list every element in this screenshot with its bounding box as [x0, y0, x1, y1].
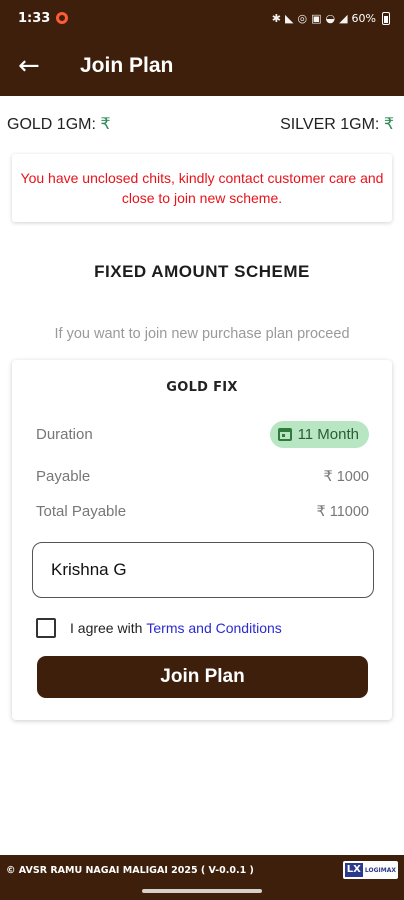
app-bar: ← Join Plan [0, 36, 404, 96]
name-field[interactable] [32, 542, 374, 598]
payable-row: Payable ₹ 1000 [36, 468, 369, 485]
agree-text: I agree with [70, 620, 143, 636]
logo-text: LOGIMAX [364, 866, 396, 874]
duration-label: Duration [36, 426, 93, 443]
total-payable-value: ₹ 11000 [316, 503, 370, 520]
footer: © AVSR RAMU NAGAI MALIGAI 2025 ( V-0.0.1… [0, 855, 404, 885]
duration-value: 11 Month [297, 426, 359, 443]
plan-card: GOLD FIX Duration 11 Month Payable ₹ 100… [12, 360, 392, 720]
terms-link[interactable]: Terms and Conditions [146, 620, 281, 636]
screen-record-icon [56, 12, 69, 24]
metal-rates: GOLD 1GM: ₹ SILVER 1GM: ₹ [7, 114, 394, 134]
page-title: Join Plan [80, 54, 174, 77]
gesture-nav-bar [0, 885, 404, 900]
gold-rate: GOLD 1GM: ₹ [7, 114, 111, 134]
footer-copyright: © AVSR RAMU NAGAI MALIGAI 2025 ( V-0.0.1… [6, 864, 254, 876]
status-time: 1:33 [18, 10, 51, 26]
logimax-logo: LX LOGIMAX [342, 861, 398, 879]
payable-label: Payable [36, 468, 91, 485]
status-bar: 1:33 ✱ ◣ ◎ ▣ ◒ ◢ 60% [0, 0, 404, 36]
gold-rate-label: GOLD 1GM: [7, 116, 96, 133]
silver-rate-label: SILVER 1GM: [280, 116, 380, 133]
signal-icon: ◢ [339, 11, 348, 25]
agree-checkbox[interactable] [36, 618, 56, 638]
wifi-icon: ◒ [325, 11, 336, 25]
battery-percent: 60% [351, 11, 376, 25]
unclosed-chits-warning: You have unclosed chits, kindly contact … [12, 154, 392, 222]
status-icons: ✱ ◣ ◎ ▣ ◒ ◢ 60% [271, 11, 390, 25]
nfc-icon: ▣ [311, 11, 322, 25]
gold-rate-currency: ₹ [100, 116, 111, 133]
silver-rate-currency: ₹ [383, 116, 394, 133]
join-plan-button[interactable]: Join Plan [37, 656, 368, 698]
total-payable-label: Total Payable [36, 503, 127, 520]
scheme-title: FIXED AMOUNT SCHEME [94, 262, 310, 281]
battery-icon [382, 11, 390, 25]
scheme-hint: If you want to join new purchase plan pr… [54, 326, 350, 342]
back-arrow-icon[interactable]: ← [18, 53, 48, 79]
mute-icon: ◣ [284, 11, 294, 25]
vibrate-icon: ✱ [271, 11, 281, 25]
warning-message: You have unclosed chits, kindly contact … [20, 170, 384, 206]
logo-mark: LX [344, 863, 363, 877]
total-payable-row: Total Payable ₹ 11000 [36, 503, 369, 520]
hotspot-icon: ◎ [297, 11, 308, 25]
payable-value: ₹ 1000 [323, 468, 369, 485]
plan-name: GOLD FIX [166, 380, 238, 395]
silver-rate: SILVER 1GM: ₹ [280, 114, 394, 134]
duration-row: Duration 11 Month [36, 421, 369, 448]
duration-badge: 11 Month [269, 421, 369, 448]
terms-agreement: I agree with Terms and Conditions [36, 618, 282, 638]
home-handle[interactable] [142, 889, 262, 893]
calendar-icon [277, 428, 292, 441]
